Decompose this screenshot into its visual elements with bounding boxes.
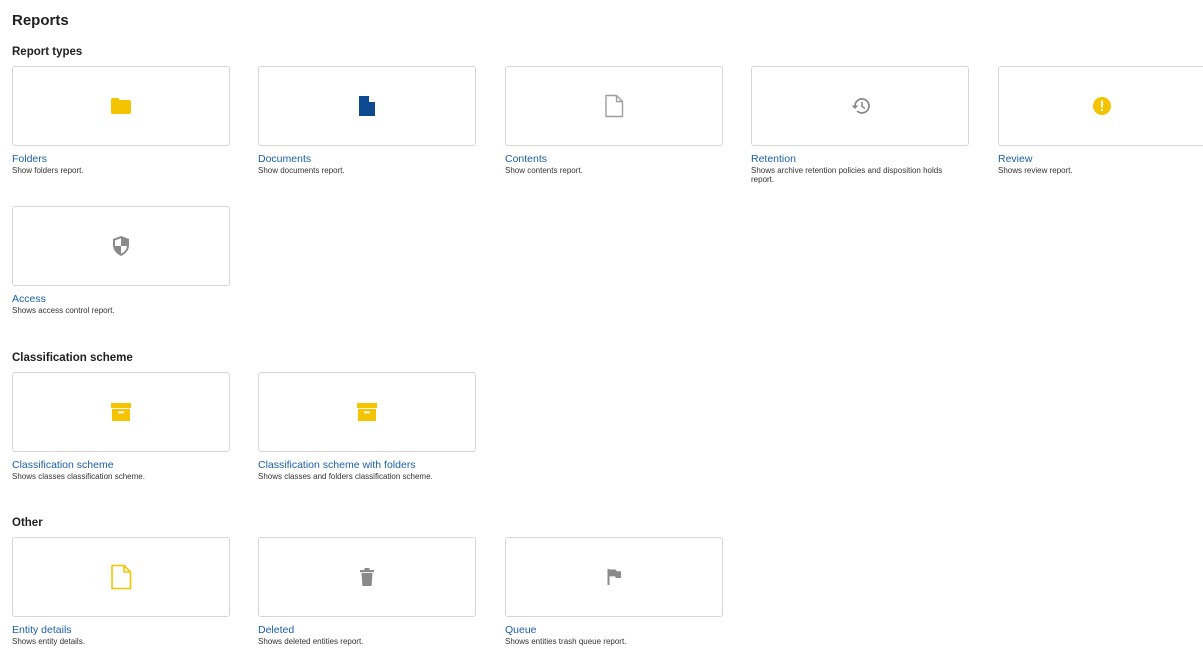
flag-icon — [607, 569, 621, 585]
report-tile-access[interactable]: Access Shows access control report. — [12, 206, 230, 315]
tile-title[interactable]: Queue — [505, 624, 723, 637]
report-tile-classification-scheme-with-folders[interactable]: Classification scheme with folders Shows… — [258, 372, 476, 481]
tile-card[interactable] — [12, 537, 230, 617]
tile-card[interactable] — [998, 66, 1203, 146]
tile-card[interactable] — [12, 372, 230, 452]
shield-icon — [113, 236, 129, 256]
tile-title[interactable]: Classification scheme — [12, 459, 230, 472]
tile-card[interactable] — [258, 66, 476, 146]
tile-title[interactable]: Access — [12, 293, 230, 306]
tile-description: Show documents report. — [258, 166, 345, 175]
page-title: Reports — [12, 12, 69, 29]
archive-box-icon — [111, 403, 131, 421]
tile-description: Show folders report. — [12, 166, 84, 175]
tile-description: Shows classes classification scheme. — [12, 472, 145, 481]
section-title-other: Other — [12, 517, 43, 529]
report-tile-entity-details[interactable]: Entity details Shows entity details. — [12, 537, 230, 646]
report-tile-review[interactable]: Review Shows review report. — [998, 66, 1203, 175]
section-title-classification-scheme: Classification scheme — [12, 352, 133, 364]
tile-title[interactable]: Deleted — [258, 624, 476, 637]
tile-card[interactable] — [751, 66, 969, 146]
report-tile-queue[interactable]: Queue Shows entities trash queue report. — [505, 537, 723, 646]
archive-box-icon — [357, 403, 377, 421]
report-tile-folders[interactable]: Folders Show folders report. — [12, 66, 230, 175]
file-outline-icon — [605, 94, 624, 118]
document-icon — [359, 96, 375, 116]
tile-title[interactable]: Review — [998, 153, 1203, 166]
tile-title[interactable]: Retention — [751, 153, 969, 166]
tile-title[interactable]: Documents — [258, 153, 476, 166]
tile-description: Shows classes and folders classification… — [258, 472, 433, 481]
tile-description: Shows deleted entities report. — [258, 637, 364, 646]
file-outline-icon — [111, 564, 132, 590]
tile-description: Shows review report. — [998, 166, 1073, 175]
tile-card[interactable] — [12, 66, 230, 146]
report-tile-contents[interactable]: Contents Show contents report. — [505, 66, 723, 175]
tile-description: Shows archive retention policies and dis… — [751, 166, 943, 184]
tile-description: Show contents report. — [505, 166, 583, 175]
alert-circle-icon — [1092, 97, 1111, 115]
report-tile-retention[interactable]: Retention Shows archive retention polici… — [751, 66, 969, 184]
tile-title[interactable]: Folders — [12, 153, 230, 166]
section-title-report-types: Report types — [12, 46, 83, 58]
tile-card[interactable] — [258, 372, 476, 452]
history-icon — [851, 98, 870, 114]
report-tile-documents[interactable]: Documents Show documents report. — [258, 66, 476, 175]
report-tile-deleted[interactable]: Deleted Shows deleted entities report. — [258, 537, 476, 646]
tile-title[interactable]: Contents — [505, 153, 723, 166]
tile-description: Shows entity details. — [12, 637, 85, 646]
tile-card[interactable] — [258, 537, 476, 617]
folder-icon — [111, 98, 131, 114]
tile-card[interactable] — [12, 206, 230, 286]
report-tile-classification-scheme[interactable]: Classification scheme Shows classes clas… — [12, 372, 230, 481]
tile-card[interactable] — [505, 66, 723, 146]
reports-page: Reports Report types Folders Show folder… — [0, 0, 1203, 650]
trash-icon — [360, 568, 374, 586]
tile-card[interactable] — [505, 537, 723, 617]
tile-description: Shows entities trash queue report. — [505, 637, 627, 646]
tile-title[interactable]: Classification scheme with folders — [258, 459, 476, 472]
tile-description: Shows access control report. — [12, 306, 115, 315]
tile-title[interactable]: Entity details — [12, 624, 230, 637]
